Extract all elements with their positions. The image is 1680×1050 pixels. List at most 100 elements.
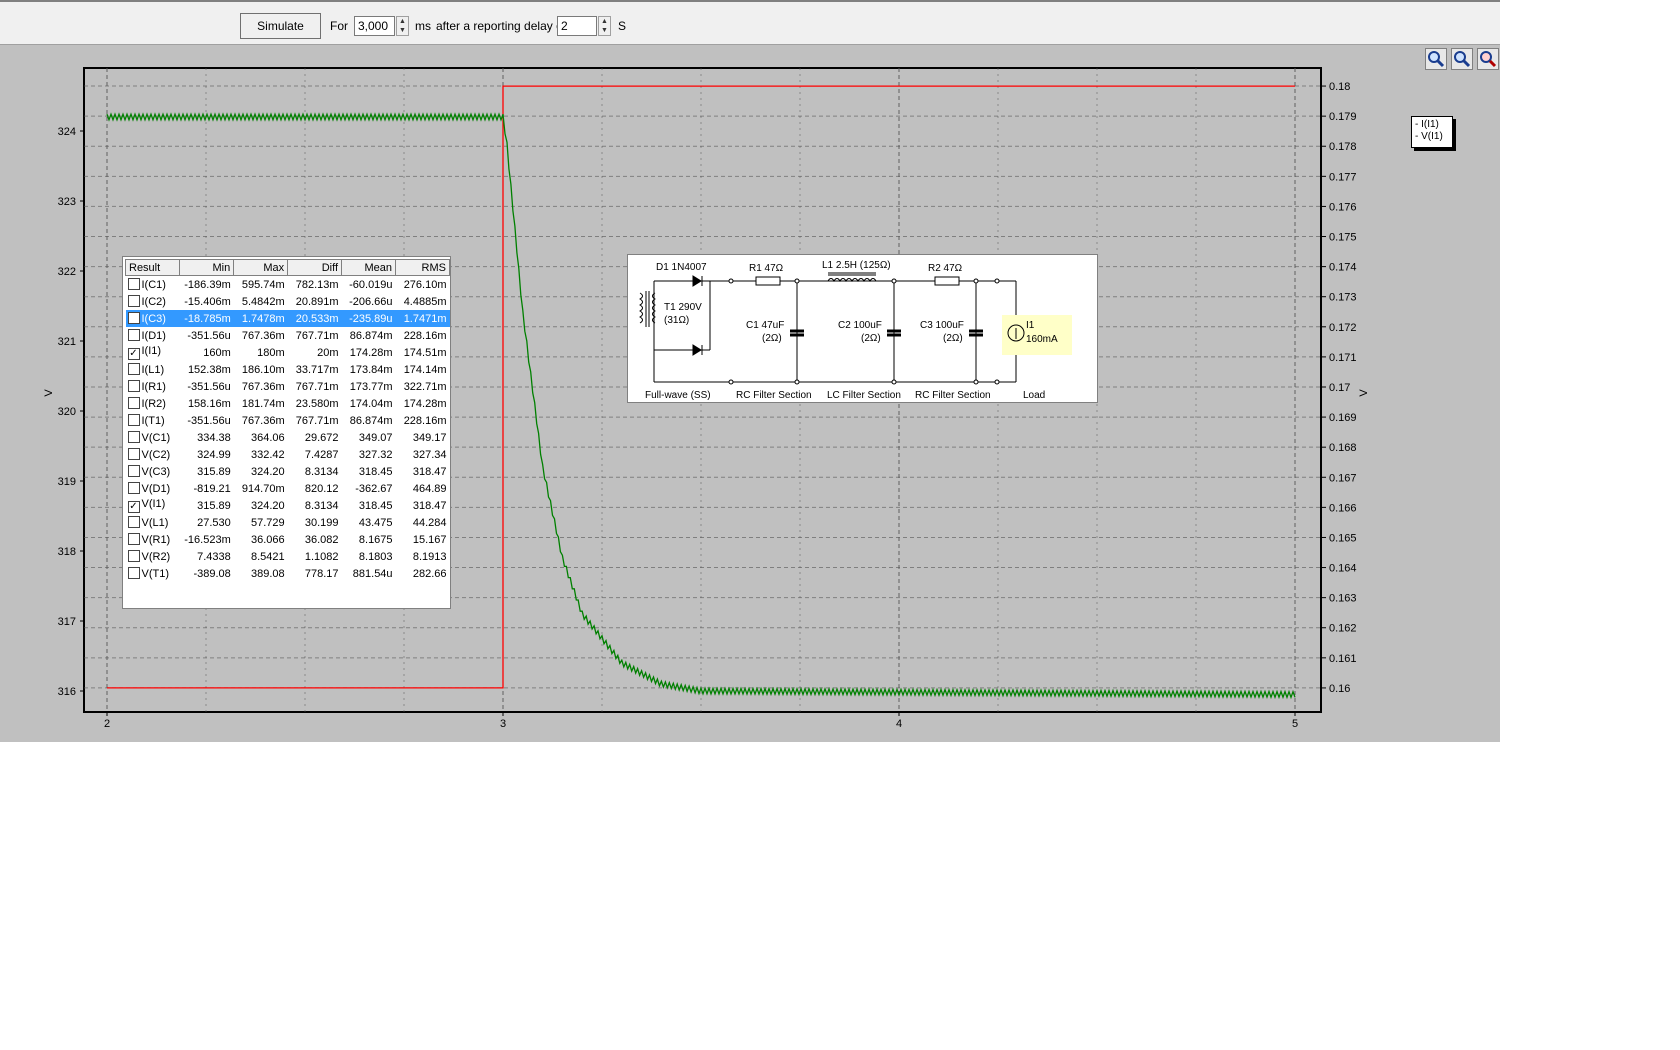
checkbox[interactable]	[127, 533, 140, 545]
cell-mean: 881.54u	[352, 567, 393, 580]
cell-min: -351.56u	[187, 329, 231, 342]
checkbox[interactable]	[127, 312, 140, 324]
checkbox[interactable]	[127, 329, 140, 341]
checkbox[interactable]	[127, 550, 140, 562]
zoom-out-button[interactable]	[1451, 48, 1473, 70]
table-row[interactable]: ✓ I(I1) 160m 180m 20m 174.28m 174.51m	[126, 344, 450, 361]
col-diff[interactable]: Diff	[287, 259, 343, 276]
row-name-cell[interactable]: ✓ I(I1)	[126, 344, 180, 361]
checkbox[interactable]	[127, 278, 140, 290]
checkbox[interactable]	[127, 482, 140, 494]
checkbox[interactable]	[127, 567, 140, 579]
col-result[interactable]: Result	[125, 259, 180, 276]
cell-diff: 29.672	[304, 431, 339, 444]
table-row[interactable]: V(C2) 324.99 332.42 7.4287 327.32 327.34	[126, 446, 450, 463]
legend-item-voltage: - V(I1)	[1415, 131, 1443, 142]
checkbox[interactable]: ✓	[127, 348, 140, 360]
row-name-cell[interactable]: V(L1)	[126, 514, 180, 531]
col-mean[interactable]: Mean	[341, 259, 397, 276]
table-row[interactable]: ✓ V(I1) 315.89 324.20 8.3134 318.45 318.47	[126, 497, 450, 514]
left-tick-label: 323	[58, 196, 76, 208]
table-row[interactable]: I(L1) 152.38m 186.10m 33.717m 173.84m 174.14m	[126, 361, 450, 378]
col-rms[interactable]: RMS	[395, 259, 450, 276]
table-row[interactable]: I(C1) -186.39m 595.74m 782.13m -60.019u 276.1…	[126, 276, 450, 294]
table-row[interactable]: I(C3) -18.785m 1.7478m 20.533m -235.89u 1.747…	[125, 310, 450, 327]
cell-mean: 318.45	[358, 465, 393, 478]
table-row[interactable]: I(T1) -351.56u 767.36m 767.71m 86.874m 228.16…	[126, 412, 450, 429]
table-row[interactable]: V(R1) -16.523m 36.066 36.082 8.1675 15.167	[126, 531, 450, 548]
cell-rms: 44.284	[412, 516, 447, 529]
transformer-icon	[639, 291, 656, 327]
table-row[interactable]: I(D1) -351.56u 767.36m 767.71m 86.874m 228.16…	[126, 327, 450, 344]
checkbox[interactable]	[127, 380, 140, 392]
cell-mean: 173.77m	[349, 380, 393, 393]
table-row[interactable]: I(R2) 158.16m 181.74m 23.580m 174.04m 174.28m	[126, 395, 450, 412]
chart-legend[interactable]: - I(I1) - V(I1)	[1411, 116, 1453, 148]
cell-mean: -235.89u	[341, 310, 396, 327]
row-name-cell[interactable]: V(C2)	[126, 446, 180, 463]
cell-diff: 7.4287	[304, 448, 339, 461]
table-row[interactable]: V(T1) -389.08 389.08 778.17 881.54u 282.66	[126, 565, 450, 582]
row-name-cell[interactable]: I(R1)	[126, 378, 180, 395]
checkbox[interactable]	[127, 414, 140, 426]
row-name: I(D1)	[141, 330, 166, 342]
row-name-cell[interactable]: I(D1)	[126, 327, 180, 344]
right-tick-label: 0.177	[1329, 171, 1357, 183]
table-row[interactable]: I(C2) -15.406m 5.4842m 20.891m -206.66u 4.488…	[126, 293, 450, 310]
row-name-cell[interactable]: I(R2)	[126, 395, 180, 412]
row-name-cell[interactable]: V(D1)	[126, 480, 180, 497]
cell-rms: 15.167	[412, 533, 447, 546]
row-name-cell[interactable]: V(T1)	[126, 565, 180, 582]
row-name: I(C3)	[141, 313, 166, 325]
row-name-cell[interactable]: I(L1)	[126, 361, 180, 378]
col-min[interactable]: Min	[178, 259, 235, 276]
left-tick-label: 317	[58, 616, 76, 628]
row-name-cell[interactable]: I(C1)	[126, 276, 180, 294]
label-r1: R1 47Ω	[749, 263, 784, 274]
table-row[interactable]: V(R2) 7.4338 8.5421 1.1082 8.1803 8.1913	[126, 548, 450, 565]
row-name: V(C3)	[141, 466, 171, 478]
cell-min: 315.89	[197, 499, 231, 512]
cell-rms: 228.16m	[403, 414, 447, 427]
label-i1-current: 160mA	[1026, 334, 1058, 345]
cell-min: -351.56u	[187, 414, 231, 427]
section-rc-1: RC Filter Section	[736, 390, 812, 401]
table-row[interactable]: V(D1) -819.21 914.70m 820.12 -362.67 464.89	[126, 480, 450, 497]
label-c3: C3 100uF	[920, 320, 964, 331]
right-tick-label: 0.176	[1329, 201, 1357, 213]
checkbox[interactable]: ✓	[127, 501, 140, 513]
checkbox[interactable]	[127, 465, 140, 477]
row-name: V(R2)	[141, 551, 171, 563]
table-row[interactable]: V(C1) 334.38 364.06 29.672 349.07 349.17	[126, 429, 450, 446]
table-row[interactable]: V(C3) 315.89 324.20 8.3134 318.45 318.47	[126, 463, 450, 480]
row-name-cell[interactable]: V(C1)	[126, 429, 180, 446]
checkbox[interactable]	[127, 516, 140, 528]
cell-min: 324.99	[197, 448, 231, 461]
row-name: I(T1)	[141, 415, 165, 427]
checkbox[interactable]	[127, 363, 140, 375]
row-name: I(I1)	[141, 345, 162, 357]
zoom-in-icon	[1428, 51, 1445, 68]
checkbox[interactable]	[127, 448, 140, 460]
table-row[interactable]: V(L1) 27.530 57.729 30.199 43.475 44.284	[126, 514, 450, 531]
checkbox[interactable]	[127, 431, 140, 443]
left-tick-label: 322	[58, 266, 76, 278]
row-name-cell[interactable]: I(C3)	[125, 310, 180, 327]
right-tick-label: 0.17	[1329, 382, 1350, 394]
row-name-cell[interactable]: I(T1)	[126, 412, 180, 429]
results-panel[interactable]: Result Min Max Diff Mean RMS I(C1) -186.3…	[122, 256, 451, 609]
checkbox[interactable]	[127, 295, 140, 307]
cell-max: 1.7478m	[233, 310, 288, 327]
row-name-cell[interactable]: V(R1)	[126, 531, 180, 548]
zoom-fit-button[interactable]	[1477, 48, 1499, 70]
row-name-cell[interactable]: V(R2)	[126, 548, 180, 565]
zoom-in-button[interactable]	[1425, 48, 1447, 70]
row-name-cell[interactable]: V(C3)	[126, 463, 180, 480]
cell-max: 332.42	[250, 448, 285, 461]
col-max[interactable]: Max	[233, 259, 289, 276]
table-row[interactable]: I(R1) -351.56u 767.36m 767.71m 173.77m 322.71…	[126, 378, 450, 395]
cell-min: -16.523m	[184, 533, 231, 546]
row-name-cell[interactable]: ✓ V(I1)	[126, 497, 180, 514]
row-name-cell[interactable]: I(C2)	[126, 293, 180, 310]
checkbox[interactable]	[127, 397, 140, 409]
